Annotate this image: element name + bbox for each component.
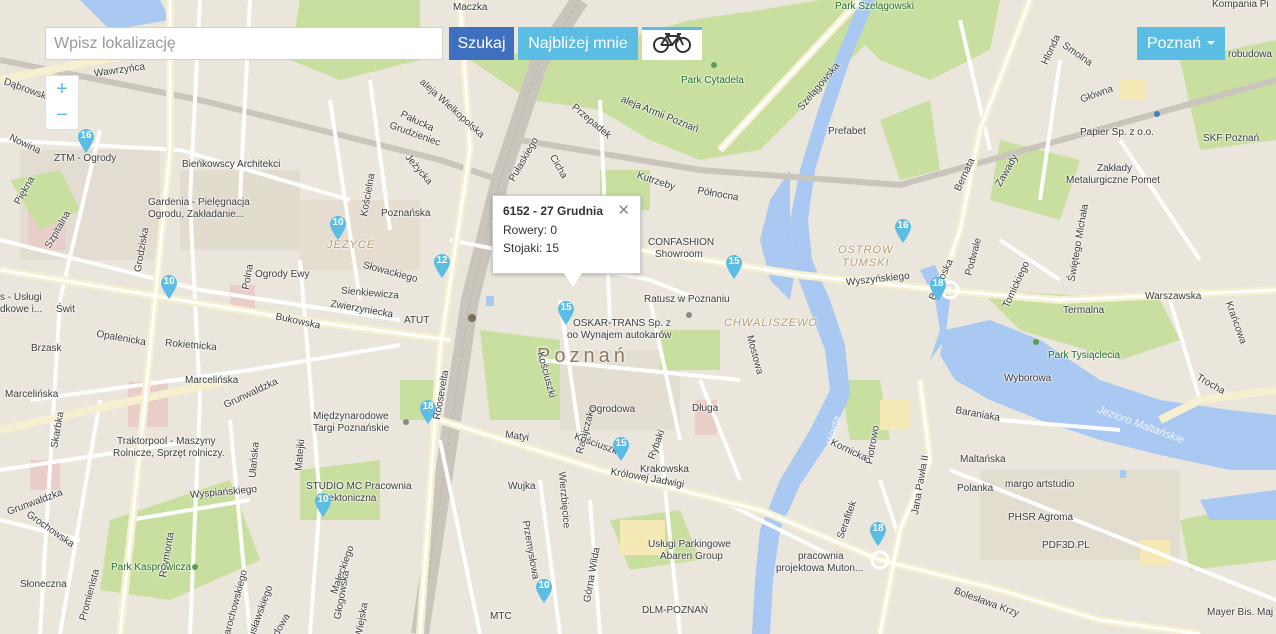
bike-filter-button[interactable]: [642, 27, 702, 60]
station-marker[interactable]: 10: [535, 578, 553, 604]
city-dropdown-label: Poznań: [1146, 34, 1202, 52]
station-marker[interactable]: 18: [869, 521, 887, 547]
station-marker[interactable]: 16: [894, 218, 912, 244]
zoom-control: + −: [45, 75, 79, 130]
station-marker[interactable]: 15: [725, 254, 743, 280]
station-count: 12: [436, 255, 448, 266]
station-count: 10: [538, 580, 550, 591]
popup-stands: Stojaki: 15: [503, 241, 560, 255]
zoom-in-button[interactable]: +: [46, 76, 78, 102]
zoom-out-button[interactable]: −: [46, 102, 78, 128]
station-marker[interactable]: 15: [557, 300, 575, 326]
station-marker[interactable]: 18: [929, 276, 947, 302]
station-count: 10: [332, 217, 344, 228]
station-marker[interactable]: 10: [314, 492, 332, 518]
station-count: 15: [560, 302, 572, 313]
station-count: 18: [872, 523, 884, 534]
station-count: 16: [897, 220, 909, 231]
search-button[interactable]: Szukaj: [449, 27, 514, 60]
station-marker[interactable]: 10: [160, 274, 178, 300]
popup-title: 6152 - 27 Grudnia: [503, 204, 604, 218]
station-count: 15: [728, 256, 740, 267]
station-marker[interactable]: 18: [419, 399, 437, 425]
station-marker[interactable]: 16: [77, 128, 95, 154]
station-count: 15: [615, 438, 627, 449]
map[interactable]: Maczka Park Szelągowski Kompania Pi Wawr…: [0, 0, 1276, 634]
map-canvas[interactable]: [0, 0, 1276, 634]
station-count: 10: [317, 494, 329, 505]
close-icon[interactable]: ✕: [617, 203, 630, 218]
search-input[interactable]: [45, 27, 443, 60]
bicycle-icon: [652, 32, 692, 58]
station-count: 10: [163, 276, 175, 287]
station-count: 16: [80, 130, 92, 141]
city-dropdown[interactable]: Poznań: [1137, 27, 1225, 60]
popup-tail: [564, 273, 582, 287]
caret-down-icon: [1207, 41, 1216, 46]
station-count: 18: [932, 278, 944, 289]
station-marker[interactable]: 10: [329, 215, 347, 241]
popup-bikes: Rowery: 0: [503, 223, 558, 237]
station-popup: 6152 - 27 Grudnia Rowery: 0 Stojaki: 15 …: [492, 195, 641, 274]
station-marker[interactable]: 12: [433, 253, 451, 279]
station-marker[interactable]: 15: [612, 436, 630, 462]
nearest-button[interactable]: Najbliżej mnie: [518, 27, 638, 60]
station-count: 18: [422, 401, 434, 412]
